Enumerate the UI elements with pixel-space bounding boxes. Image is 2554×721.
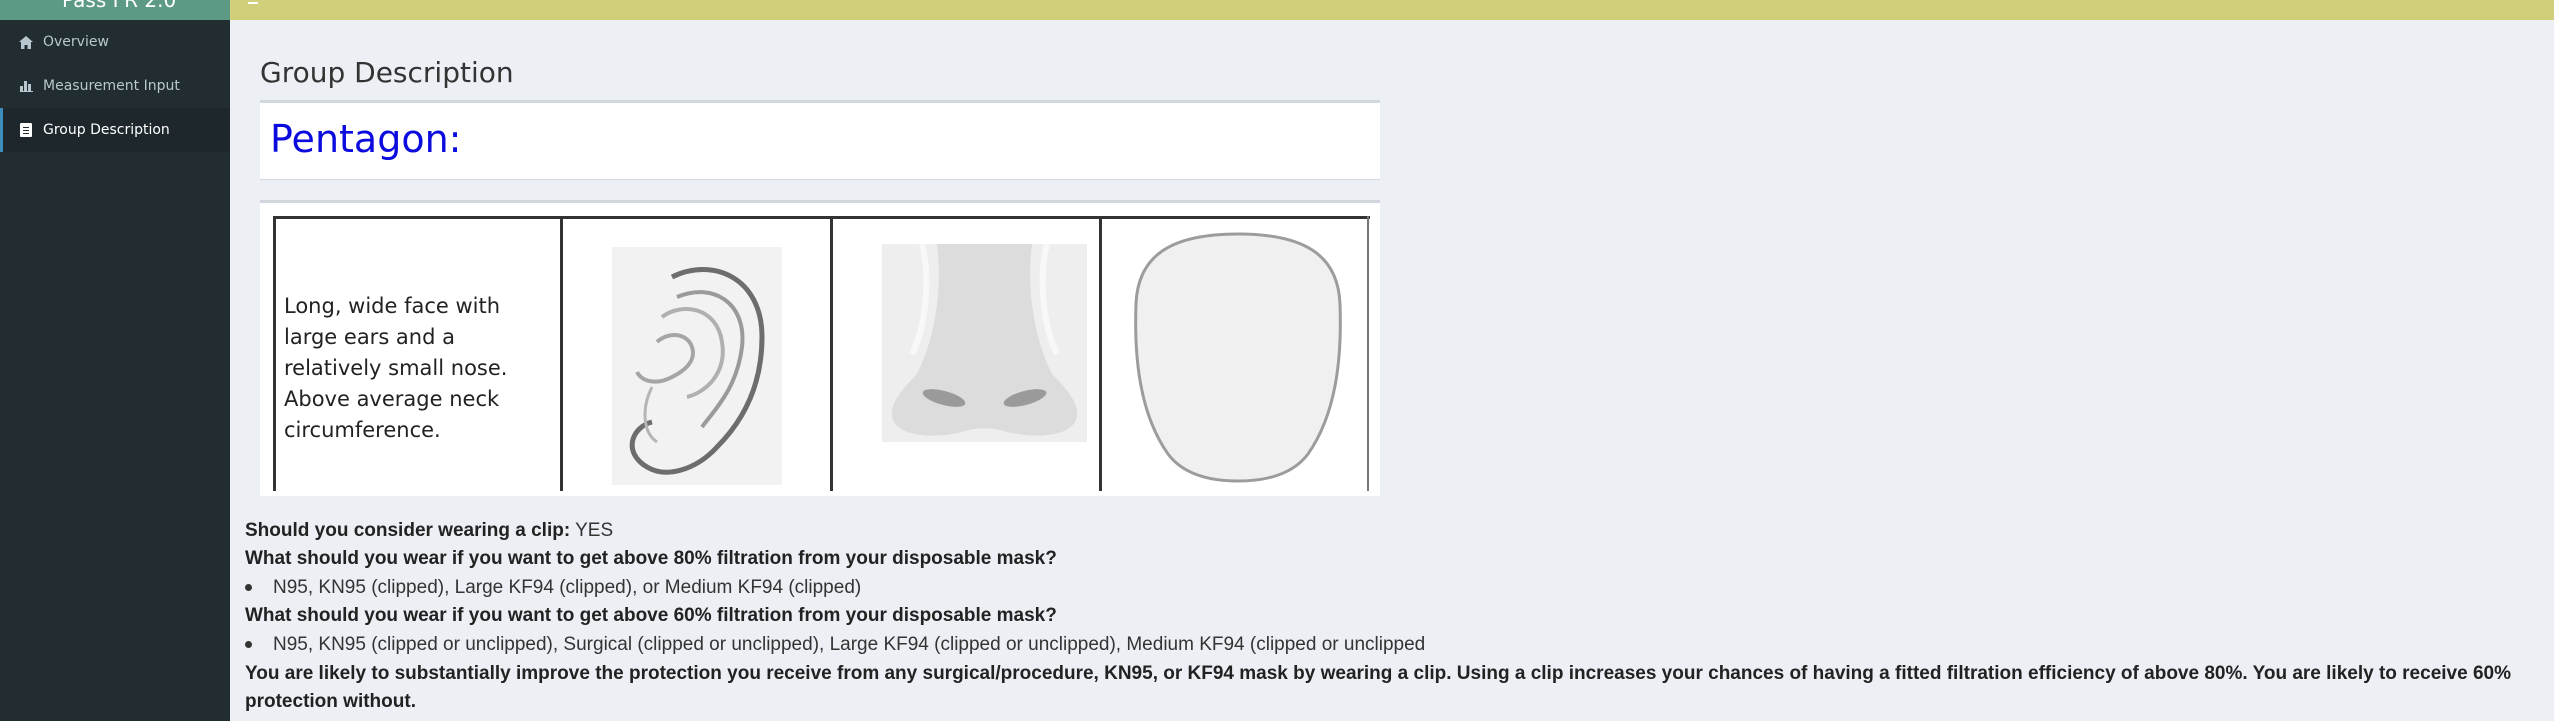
bullet-icon [245,641,252,648]
clip-recommendation: Should you consider wearing a clip: YES [245,520,613,542]
clip-question: Should you consider wearing a clip: [245,520,571,541]
answer-80-text: N95, KN95 (clipped), Large KF94 (clipped… [273,577,862,598]
question-60: What should you wear if you want to get … [245,605,1057,627]
bullet-icon [245,584,252,591]
home-icon [18,34,34,50]
question-80-text: What should you wear if you want to get … [245,548,1057,569]
sidebar-item-group-description[interactable]: Group Description [0,108,230,152]
logo-bar[interactable]: Pass FR 2.0 [0,0,230,20]
clip-benefit-note: You are likely to substantially improve … [245,663,2511,712]
nose-illustration [882,244,1087,442]
bar-chart-icon [18,78,34,94]
table-divider [1367,216,1369,491]
face-description: Long, wide face with large ears and a re… [284,294,508,442]
face-shape-illustration [1134,232,1342,483]
table-divider [560,216,563,491]
page-title: Group Description [260,56,514,89]
table-border [273,216,1370,219]
sidebar-item-measurement-input[interactable]: Measurement Input [0,64,230,108]
group-name-box: Pentagon: [260,100,1380,180]
sidebar-item-overview[interactable]: Overview [0,20,230,64]
sidebar: Pass FR 2.0 Overview Measurement Input G… [0,0,230,721]
sidebar-toggle-icon[interactable] [248,0,258,4]
sidebar-item-label: Group Description [43,122,170,138]
top-header [230,0,2554,20]
face-feature-image-box: Long, wide face with large ears and a re… [260,200,1380,496]
sidebar-item-label: Measurement Input [43,78,180,94]
file-icon [18,122,34,138]
question-80: What should you wear if you want to get … [245,548,1057,570]
ear-illustration [612,247,782,485]
table-divider [830,216,833,491]
app-title: Pass FR 2.0 [62,0,177,12]
question-60-text: What should you wear if you want to get … [245,605,1057,626]
clip-answer: YES [575,520,614,541]
sidebar-item-label: Overview [43,34,109,50]
group-name: Pentagon: [270,117,462,161]
answer-60-text: N95, KN95 (clipped or unclipped), Surgic… [273,634,1426,655]
face-feature-illustration: Long, wide face with large ears and a re… [273,216,1370,491]
table-divider [273,216,276,491]
table-divider [1099,216,1102,491]
